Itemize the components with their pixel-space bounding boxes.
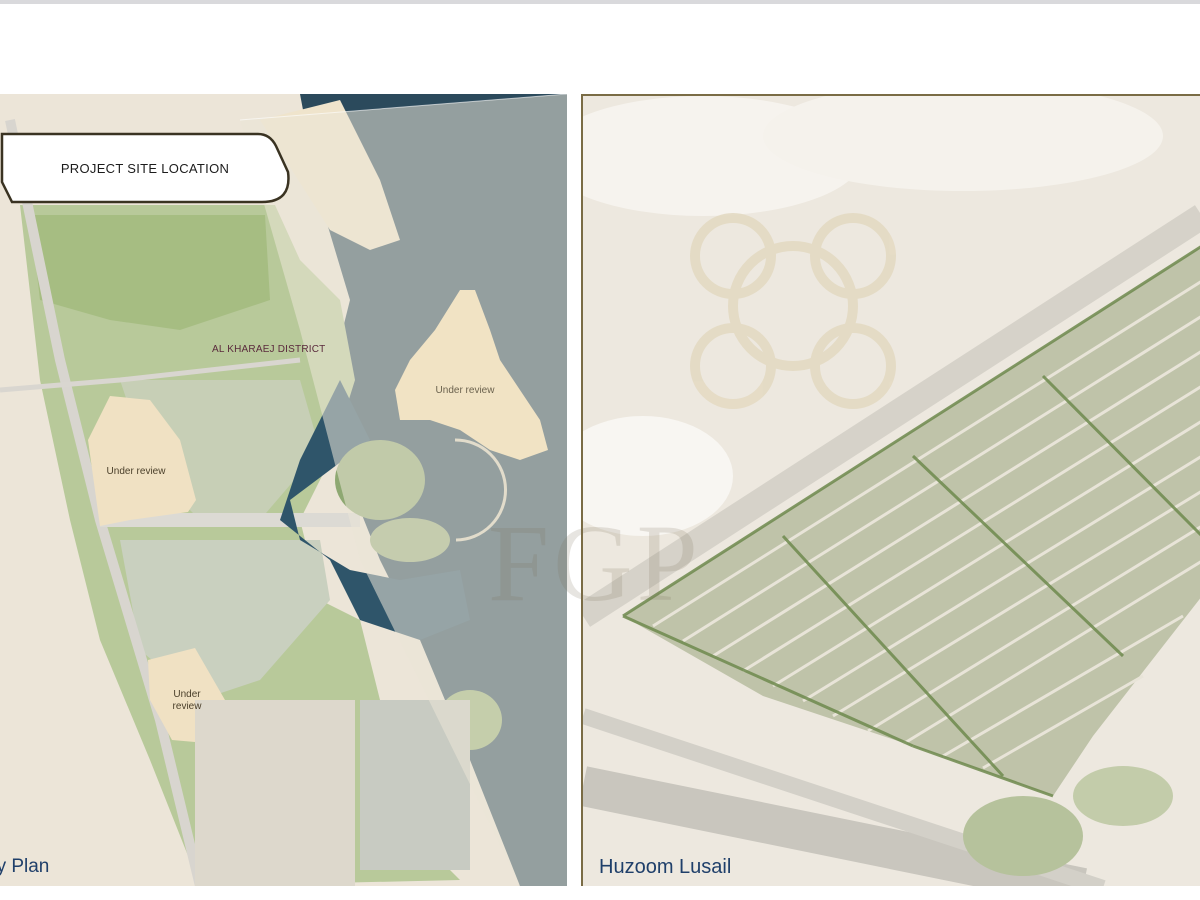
under-review-label-1: Under review: [106, 466, 166, 477]
under-review-label-2: Under review: [172, 689, 202, 712]
top-border: [0, 0, 1200, 4]
panel-divider: [567, 94, 581, 886]
master-plan-map-graphic: [0, 94, 567, 886]
bottom-border: [0, 886, 1200, 900]
master-plan-map: PROJECT SITE LOCATION AL KHARAEJ DISTRIC…: [0, 94, 567, 886]
left-caption: ey Plan: [0, 856, 50, 877]
aerial-render-graphic: [583, 96, 1200, 886]
under-review-label-3: Under review: [435, 385, 495, 396]
district-label: AL KHARAEJ DISTRICT: [212, 344, 326, 355]
right-caption: Huzoom Lusail: [599, 856, 732, 878]
aerial-render: [581, 94, 1200, 886]
watermark: FGP: [488, 502, 702, 624]
site-location-label: PROJECT SITE LOCATION: [60, 161, 230, 176]
